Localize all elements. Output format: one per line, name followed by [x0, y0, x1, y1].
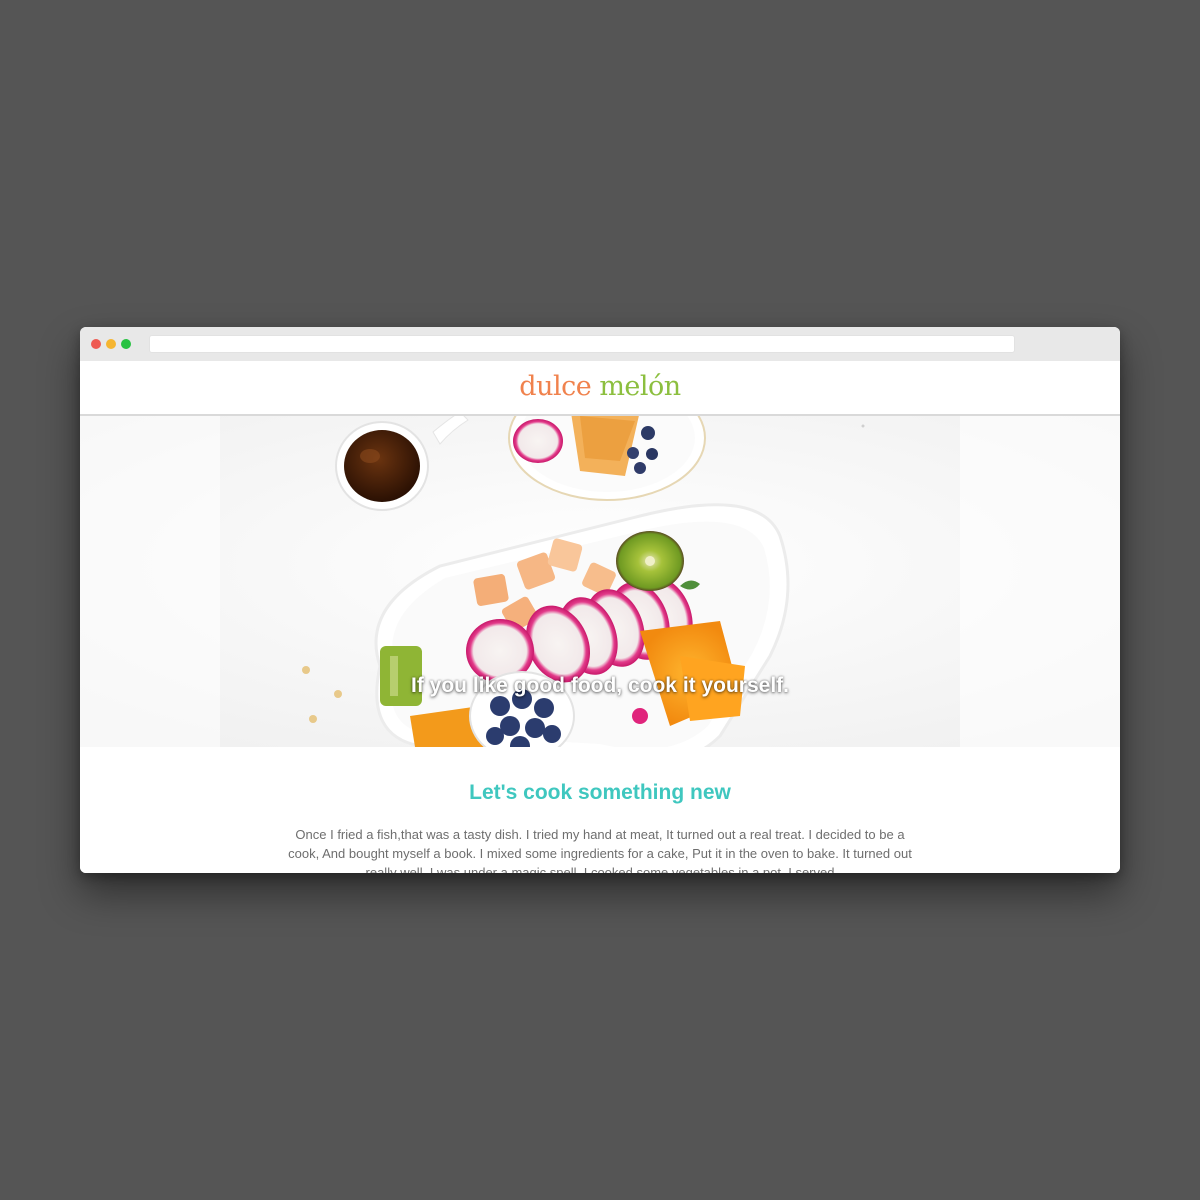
section-title: Let's cook something new: [469, 781, 731, 804]
intro-paragraph: Once I fried a fish,that was a tasty dis…: [288, 827, 912, 873]
browser-window: dulce melón If you like good food, cook …: [80, 327, 1120, 873]
address-bar[interactable]: [149, 335, 1015, 353]
site-header: dulce melón: [80, 361, 1120, 416]
minimize-window-button[interactable]: [106, 339, 116, 349]
site-logo[interactable]: dulce melón: [80, 371, 1120, 402]
main-content: Let's cook something new Once I fried a …: [80, 747, 1120, 873]
hero-banner: If you like good food, cook it yourself.: [80, 416, 1120, 747]
maximize-window-button[interactable]: [121, 339, 131, 349]
hero-tagline: If you like good food, cook it yourself.: [410, 674, 790, 697]
browser-toolbar: [80, 327, 1120, 362]
close-window-button[interactable]: [91, 339, 101, 349]
logo-word-melon: melón: [599, 371, 681, 402]
logo-word-dulce: dulce: [519, 371, 592, 402]
